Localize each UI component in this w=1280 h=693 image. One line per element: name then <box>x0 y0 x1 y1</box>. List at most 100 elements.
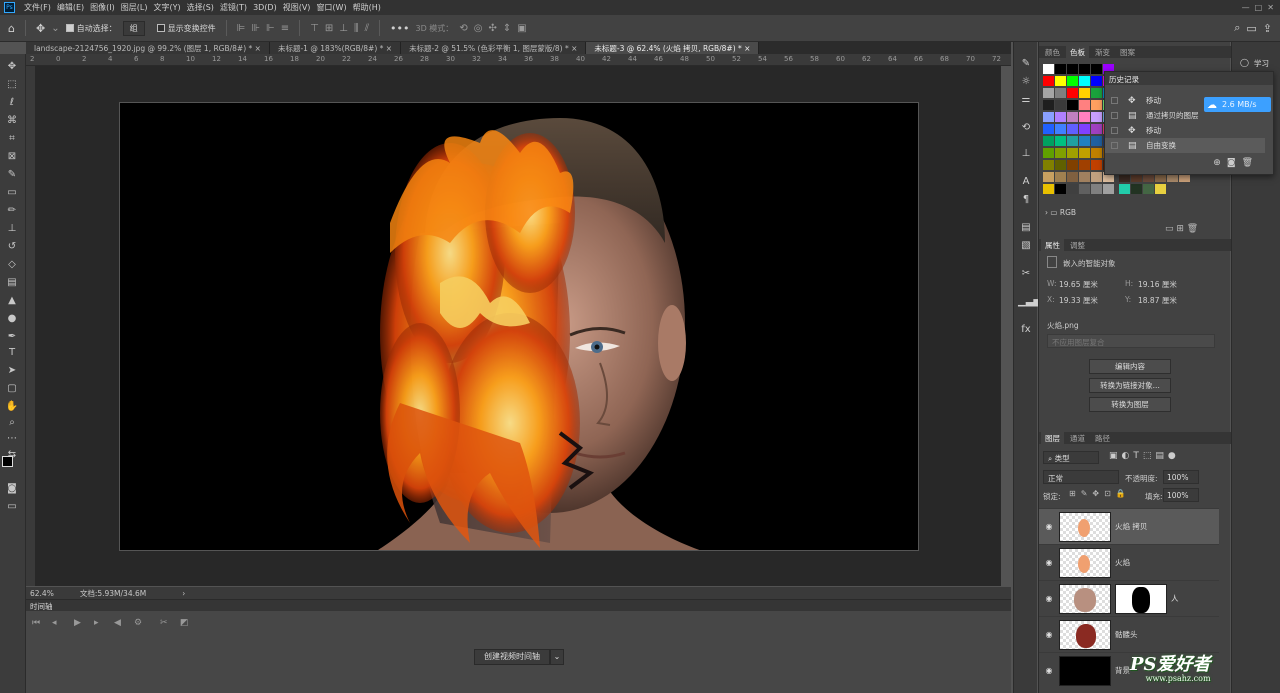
align-bottom-icon[interactable]: ⊥ <box>339 23 348 34</box>
quick-mask-icon[interactable]: ◙ <box>4 482 20 496</box>
create-video-timeline-button[interactable]: 创建视频时间轴 <box>474 649 550 665</box>
brush-settings-icon[interactable]: ✎ <box>1018 58 1034 72</box>
rectangle-tool-icon[interactable]: ▢ <box>4 382 20 396</box>
color-swatch[interactable] <box>1079 148 1090 158</box>
3d-roll-icon[interactable]: ◎ <box>474 23 483 34</box>
y-value[interactable]: 18.87 厘米 <box>1138 295 1177 306</box>
history-item-active[interactable]: ▤ 自由变换 <box>1105 138 1265 153</box>
tab-color[interactable]: 颜色 <box>1041 46 1064 58</box>
history-item[interactable]: ✥ 移动 <box>1105 123 1265 138</box>
play-icon[interactable]: ▶ <box>74 618 81 628</box>
menu-window[interactable]: 窗口(W) <box>313 2 349 13</box>
color-swatch[interactable] <box>1043 160 1054 170</box>
document-canvas[interactable] <box>119 102 919 551</box>
color-swatch[interactable] <box>1055 112 1066 122</box>
chevron-down-icon[interactable]: ⌄ <box>550 649 564 665</box>
swatch-panel-actions[interactable]: ▭ ⊞ 🗑 <box>1165 224 1198 234</box>
more-icon[interactable]: ••• <box>390 22 409 35</box>
eye-icon[interactable]: ◉ <box>1039 522 1059 531</box>
character-icon[interactable]: A <box>1018 176 1034 190</box>
layer-row-fire[interactable]: ◉ 火焰 <box>1039 544 1219 580</box>
color-swatch[interactable] <box>1079 184 1090 194</box>
color-swatch[interactable] <box>1043 172 1054 182</box>
tab-landscape[interactable]: landscape-2124756_1920.jpg @ 99.2% (图层 1… <box>26 42 270 54</box>
tab-swatches[interactable]: 色板 <box>1066 46 1089 58</box>
move-tool-icon[interactable]: ✥ <box>36 22 45 35</box>
align-left-icon[interactable]: ⊫ <box>237 23 246 34</box>
color-swatch[interactable] <box>1079 88 1090 98</box>
tab-untitled-2[interactable]: 未标题-2 @ 51.5% (色彩平衡 1, 图层蒙版/8) * × <box>401 42 587 54</box>
learn-label[interactable]: 学习 <box>1254 58 1269 69</box>
color-swatch[interactable] <box>1143 184 1154 194</box>
snapshot-checkbox[interactable] <box>1111 142 1118 149</box>
auto-select-checkbox[interactable]: 自动选择： <box>65 23 117 34</box>
blend-mode-select[interactable]: 正常 <box>1043 470 1119 484</box>
snapshot-checkbox[interactable] <box>1111 112 1118 119</box>
marquee-tool-icon[interactable]: ⬚ <box>4 78 20 92</box>
menu-type[interactable]: 文字(Y) <box>150 2 183 13</box>
tools-icon[interactable]: ✂ <box>1018 268 1034 282</box>
search-icon[interactable]: ⌕ <box>1234 21 1240 35</box>
color-swatch[interactable] <box>1091 160 1102 170</box>
tab-pattern[interactable]: 图案 <box>1116 46 1139 58</box>
status-arrow-icon[interactable]: › <box>182 589 185 598</box>
scissors-icon[interactable]: ✂ <box>160 618 168 628</box>
color-swatch[interactable] <box>1067 160 1078 170</box>
histogram-icon[interactable]: ▁▃▅ <box>1018 296 1041 310</box>
align-middle-icon[interactable]: ⊞ <box>325 23 333 34</box>
color-swatch[interactable] <box>1043 136 1054 146</box>
history-actions[interactable]: ⊕◙🗑 <box>1213 158 1259 168</box>
eye-icon[interactable]: ◉ <box>1039 666 1059 675</box>
color-swatch[interactable] <box>1055 88 1066 98</box>
3d-rotate-icon[interactable]: ⟲ <box>459 23 467 34</box>
menu-select[interactable]: 选择(S) <box>184 2 217 13</box>
width-value[interactable]: 19.65 厘米 <box>1059 279 1098 290</box>
align-center-icon[interactable]: ⊪ <box>251 23 260 34</box>
convert-to-linked-button[interactable]: 转换为链接对象... <box>1089 378 1171 393</box>
color-swatch[interactable] <box>1131 184 1142 194</box>
color-swatch[interactable] <box>1055 64 1066 74</box>
first-frame-icon[interactable]: ⏮ <box>32 618 40 628</box>
fill-input[interactable]: 100% <box>1163 488 1199 502</box>
quick-select-icon[interactable]: ⌘ <box>4 114 20 128</box>
color-swatch[interactable] <box>1043 184 1054 194</box>
menu-edit[interactable]: 编辑(E) <box>54 2 87 13</box>
color-swatch[interactable] <box>1043 88 1054 98</box>
library-icon[interactable]: ▤ <box>1018 222 1034 236</box>
snapshot-checkbox[interactable] <box>1111 97 1118 104</box>
crop-tool-icon[interactable]: ⌗ <box>4 132 20 146</box>
menu-file[interactable]: 文件(F) <box>21 2 54 13</box>
stamp-icon[interactable]: ⊥ <box>1018 148 1034 162</box>
learn-icon[interactable]: ◯ <box>1240 58 1249 67</box>
chevron-down-icon[interactable]: ⌄ <box>51 23 59 34</box>
align-top-icon[interactable]: ⊤ <box>310 23 319 34</box>
layer-mask-thumbnail[interactable] <box>1115 583 1167 614</box>
hand-tool-icon[interactable]: ✋ <box>4 400 20 414</box>
color-swatch[interactable] <box>1055 100 1066 110</box>
color-swatch[interactable] <box>1055 184 1066 194</box>
tab-adjustments[interactable]: 调整 <box>1066 239 1089 251</box>
snapshot-checkbox[interactable] <box>1111 127 1118 134</box>
tab-paths[interactable]: 路径 <box>1091 432 1114 444</box>
eye-icon[interactable]: ◉ <box>1039 630 1059 639</box>
paragraph-icon[interactable]: ¶ <box>1018 194 1034 208</box>
convert-to-layers-button[interactable]: 转换为图层 <box>1089 397 1171 412</box>
path-select-icon[interactable]: ➤ <box>4 364 20 378</box>
auto-select-dropdown[interactable]: 组 <box>122 20 145 36</box>
eraser-icon[interactable]: ◇ <box>4 258 20 272</box>
color-swatch[interactable] <box>1119 184 1130 194</box>
color-swatch[interactable] <box>1067 88 1078 98</box>
tab-gradient[interactable]: 渐变 <box>1091 46 1114 58</box>
clone-stamp-icon[interactable]: ⊥ <box>4 222 20 236</box>
pen-tool-icon[interactable]: ✒ <box>4 330 20 344</box>
menu-3d[interactable]: 3D(D) <box>250 3 280 12</box>
color-swatch[interactable] <box>1043 100 1054 110</box>
layer-row-fire-copy[interactable]: ◉ 火焰 拷贝 <box>1039 508 1219 544</box>
zoom-level[interactable]: 62.4% <box>30 589 54 598</box>
lasso-tool-icon[interactable]: ℓ <box>4 96 20 110</box>
color-swatch[interactable] <box>1055 124 1066 134</box>
tab-untitled-1[interactable]: 未标题-1 @ 183%(RGB/8#) * × <box>269 42 402 54</box>
layer-comp-select[interactable]: 不应用图层复合 <box>1047 334 1215 348</box>
workspace-icon[interactable]: ▭ <box>1246 22 1256 35</box>
color-swatch[interactable] <box>1043 112 1054 122</box>
